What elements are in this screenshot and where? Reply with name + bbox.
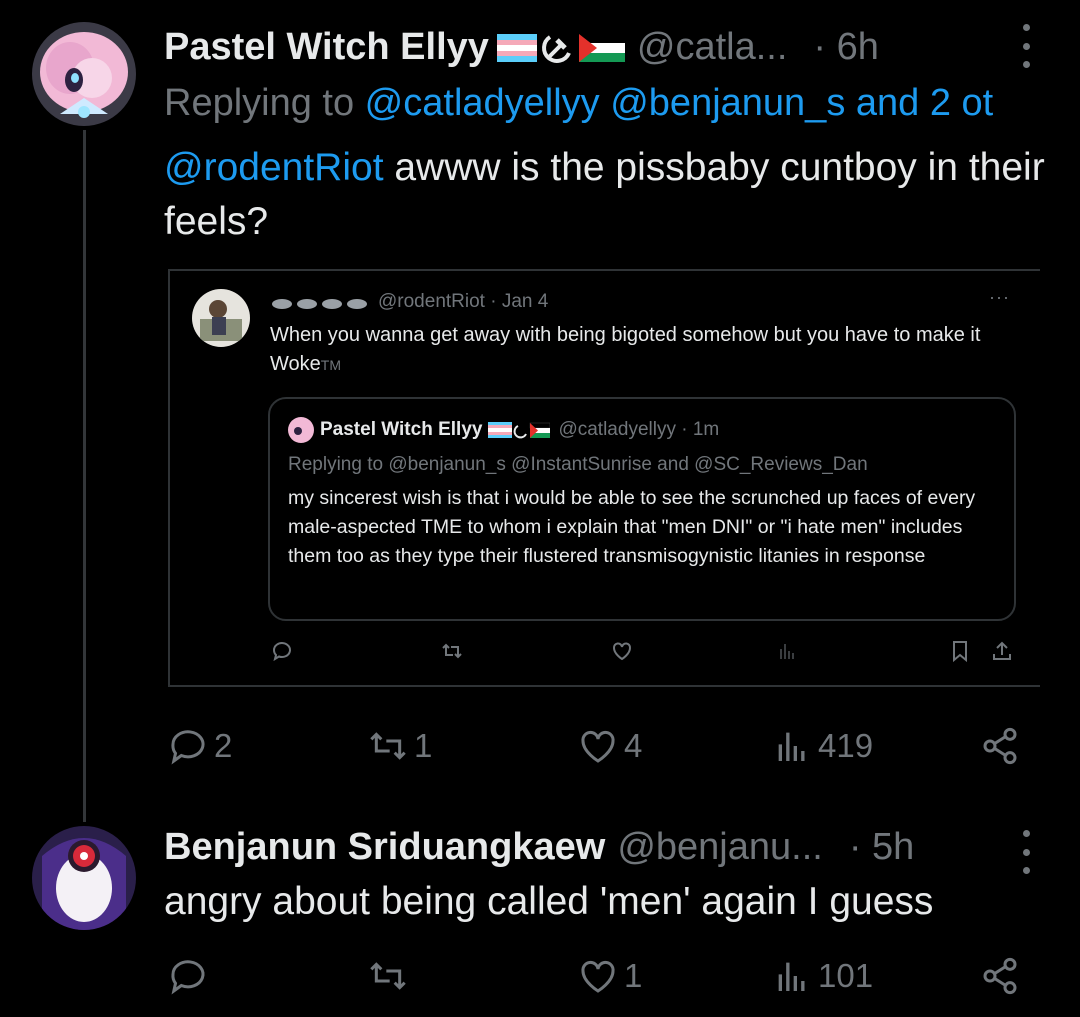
- repost-icon: [370, 732, 406, 760]
- trans-flag-icon: [496, 33, 537, 62]
- palestine-flag-icon: [578, 33, 625, 62]
- like-count: 1: [624, 957, 643, 994]
- like-icon: [581, 960, 615, 993]
- views-icon: [778, 732, 805, 761]
- replying-prefix: Replying to: [164, 82, 365, 124]
- hammer-sickle-icon: [541, 31, 575, 65]
- more-icon[interactable]: [1018, 830, 1034, 874]
- views-button[interactable]: 101: [772, 956, 873, 996]
- repost-count: 1: [414, 727, 433, 764]
- avatar[interactable]: [32, 22, 136, 126]
- share-button[interactable]: [980, 956, 1020, 996]
- like-icon: [581, 730, 615, 763]
- quoted-text: When you wanna get away with being bigot…: [270, 321, 1010, 380]
- share-button[interactable]: [980, 726, 1020, 766]
- reply-icon: [171, 960, 205, 995]
- reply-count: 2: [214, 727, 233, 764]
- inner-handle-time: @catladyellyy · 1m: [558, 419, 720, 440]
- quoted-reply-icon: [270, 639, 294, 663]
- quoted-action-bar: [170, 639, 1040, 669]
- like-count: 4: [624, 727, 643, 764]
- repost-icon: [370, 962, 406, 990]
- tweet-text: @rodentRiot awww is the pissbaby cuntboy…: [164, 141, 1064, 249]
- reply-icon: [171, 730, 205, 765]
- quoted-header: @rodentRiot · Jan 4: [270, 291, 548, 313]
- more-icon[interactable]: [1018, 24, 1034, 68]
- handle[interactable]: @benjanu...: [617, 826, 823, 869]
- action-bar: 2 1 4 419: [164, 726, 1034, 776]
- views-count: 419: [818, 727, 874, 764]
- tweet-header: Pastel Witch Ellyy @catla... · 6h: [164, 26, 879, 69]
- inner-replying-to: Replying to @benjanun_s @InstantSunrise …: [288, 454, 868, 475]
- tweet-text: angry about being called 'men' again I g…: [164, 880, 934, 923]
- inner-quote-card: Pastel Witch Ellyy @catladyellyy · 1m Re…: [268, 397, 1016, 621]
- quoted-bookmark-icon: [948, 639, 972, 663]
- quoted-like-icon: [610, 639, 634, 663]
- share-icon: [983, 727, 1017, 765]
- inner-text: my sincerest wish is that i would be abl…: [288, 487, 976, 567]
- quoted-avatar: [192, 289, 250, 347]
- avatar[interactable]: [32, 826, 136, 930]
- repost-button[interactable]: 1: [368, 726, 432, 766]
- inner-avatar: [288, 417, 314, 443]
- display-name[interactable]: Benjanun Sriduangkaew: [164, 826, 605, 869]
- inner-flags-icon: [488, 422, 551, 439]
- tweet-header: Benjanun Sriduangkaew @benjanu... · 5h: [164, 826, 914, 869]
- mention-link[interactable]: @rodentRiot: [164, 146, 384, 189]
- timestamp[interactable]: · 6h: [813, 26, 878, 69]
- repost-button[interactable]: [368, 956, 414, 996]
- like-button[interactable]: 4: [578, 726, 642, 766]
- action-bar: 1 101: [164, 956, 1034, 1006]
- trademark-mark: TM: [320, 357, 341, 373]
- thread-connector-line: [83, 130, 86, 822]
- quoted-handle-time: @rodentRiot · Jan 4: [378, 291, 549, 312]
- attached-screenshot[interactable]: @rodentRiot · Jan 4 ··· When you wanna g…: [168, 269, 1040, 687]
- like-button[interactable]: 1: [578, 956, 642, 996]
- rat-emoji-icon: [270, 294, 370, 310]
- quoted-share-icon: [990, 639, 1014, 663]
- replying-handles[interactable]: @catladyellyy @benjanun_s and 2 ot: [365, 82, 994, 124]
- inner-header: Pastel Witch Ellyy @catladyellyy · 1m: [288, 417, 719, 443]
- quoted-views-icon: [775, 639, 799, 663]
- timestamp[interactable]: · 5h: [849, 826, 914, 869]
- quoted-repost-icon: [440, 639, 464, 663]
- quoted-more-icon: ···: [989, 287, 1010, 307]
- views-count: 101: [818, 957, 874, 994]
- share-icon: [983, 957, 1017, 995]
- views-icon: [778, 962, 805, 991]
- reply-button[interactable]: 2: [168, 726, 232, 766]
- inner-display-name: Pastel Witch Ellyy: [320, 419, 483, 440]
- views-button[interactable]: 419: [772, 726, 873, 766]
- replying-to: Replying to @catladyellyy @benjanun_s an…: [164, 82, 993, 125]
- handle[interactable]: @catla...: [637, 26, 788, 69]
- quoted-body: When you wanna get away with being bigot…: [270, 324, 981, 375]
- display-name[interactable]: Pastel Witch Ellyy: [164, 26, 489, 69]
- reply-button[interactable]: [168, 956, 214, 996]
